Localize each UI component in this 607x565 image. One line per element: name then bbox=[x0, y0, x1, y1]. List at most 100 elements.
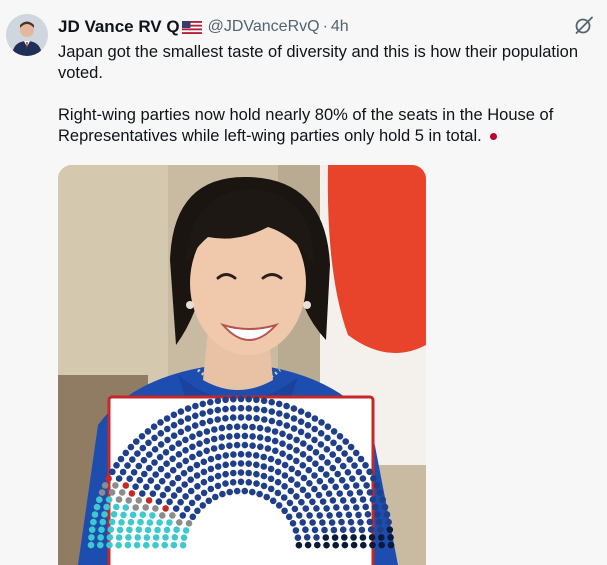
seat-dot-series-3 bbox=[140, 456, 148, 464]
seat-dot-series-0 bbox=[98, 526, 105, 533]
seat-dot-series-0 bbox=[166, 519, 173, 526]
seat-dot-series-4 bbox=[350, 534, 357, 541]
us-flag-icon bbox=[181, 20, 202, 34]
seat-dot-series-3 bbox=[279, 440, 286, 448]
tweet-media[interactable] bbox=[58, 165, 426, 565]
seat-dot-series-3 bbox=[304, 432, 312, 440]
seat-dot-series-3 bbox=[293, 436, 300, 444]
seat-dot-series-3 bbox=[297, 408, 305, 415]
media-photo bbox=[58, 165, 426, 565]
seat-dot-series-3 bbox=[267, 455, 275, 463]
seat-dot-series-3 bbox=[332, 483, 340, 491]
seat-dot-series-3 bbox=[377, 526, 384, 533]
seat-dot-series-3 bbox=[312, 460, 319, 468]
seat-dot-series-3 bbox=[355, 468, 363, 476]
seat-dot-series-3 bbox=[311, 526, 319, 534]
seat-dot-series-3 bbox=[214, 482, 222, 490]
seat-dot-series-3 bbox=[226, 442, 233, 450]
seat-dot-series-3 bbox=[127, 443, 135, 451]
seat-dot-series-3 bbox=[351, 462, 358, 469]
separator-dot: · bbox=[322, 18, 328, 35]
seat-dot-series-3 bbox=[304, 421, 312, 429]
seat-dot-series-3 bbox=[218, 424, 226, 432]
seat-dot-series-3 bbox=[199, 419, 206, 427]
seat-dot-series-1 bbox=[152, 505, 159, 512]
seat-dot-series-3 bbox=[288, 476, 295, 484]
seat-dot-series-3 bbox=[283, 412, 290, 420]
seat-dot-series-1 bbox=[112, 482, 119, 489]
seat-dot-series-3 bbox=[317, 430, 325, 437]
seat-dot-series-3 bbox=[267, 485, 275, 493]
seat-dot-series-1 bbox=[135, 497, 143, 504]
seat-dot-series-3 bbox=[222, 415, 229, 422]
seat-dot-series-1 bbox=[142, 504, 149, 511]
seat-dot-series-0 bbox=[146, 519, 154, 526]
seat-dot-series-3 bbox=[241, 432, 249, 440]
seat-dot-series-3 bbox=[263, 493, 270, 501]
seat-dot-series-0 bbox=[126, 526, 133, 534]
seat-dot-series-3 bbox=[292, 527, 300, 534]
seat-dot-series-3 bbox=[274, 458, 282, 466]
seat-dot-series-3 bbox=[329, 464, 337, 472]
seat-dot-series-3 bbox=[299, 451, 307, 458]
seat-dot-series-3 bbox=[347, 443, 355, 451]
seat-dot-series-3 bbox=[162, 449, 170, 456]
seat-dot-series-3 bbox=[293, 447, 300, 454]
seat-dot-series-3 bbox=[338, 518, 345, 526]
seat-dot-series-3 bbox=[385, 518, 392, 526]
seat-dot-series-3 bbox=[245, 395, 252, 403]
seat-dot-series-3 bbox=[264, 435, 272, 443]
seat-dot-series-3 bbox=[315, 491, 323, 499]
seat-dot-series-3 bbox=[237, 395, 245, 403]
seat-dot-series-3 bbox=[349, 526, 356, 534]
seat-dot-series-4 bbox=[341, 541, 349, 549]
seat-dot-series-3 bbox=[175, 486, 183, 494]
avatar[interactable] bbox=[6, 14, 48, 56]
seat-dot-series-3 bbox=[313, 534, 320, 541]
seat-dot-series-0 bbox=[162, 534, 169, 541]
seat-dot-series-4 bbox=[359, 534, 367, 541]
tweet-card[interactable]: JD Vance RV Q @JDVanceRvQ · 4h Japan got… bbox=[0, 0, 607, 565]
seat-dot-series-3 bbox=[291, 505, 299, 513]
seat-dot-series-3 bbox=[283, 422, 291, 429]
seat-dot-series-3 bbox=[237, 404, 245, 412]
seat-dot-series-3 bbox=[253, 405, 260, 413]
seat-dot-series-0 bbox=[143, 541, 150, 549]
seat-dot-series-0 bbox=[108, 518, 116, 526]
seat-dot-series-3 bbox=[182, 493, 189, 500]
seat-dot-series-3 bbox=[177, 418, 185, 425]
timestamp[interactable]: 4h bbox=[331, 18, 349, 36]
seat-dot-series-3 bbox=[200, 478, 208, 486]
seat-dot-series-3 bbox=[367, 526, 375, 533]
grok-icon[interactable] bbox=[573, 14, 595, 36]
seat-dot-series-3 bbox=[373, 482, 381, 489]
seat-dot-series-3 bbox=[286, 443, 293, 451]
seat-dot-series-3 bbox=[280, 494, 288, 501]
seat-dot-series-3 bbox=[230, 469, 237, 477]
seat-dot-series-3 bbox=[253, 461, 260, 469]
seat-dot-series-3 bbox=[144, 428, 152, 435]
seat-dot-series-3 bbox=[203, 447, 210, 455]
seat-dot-series-3 bbox=[245, 451, 252, 458]
seat-dot-series-4 bbox=[387, 534, 394, 541]
seat-dot-series-3 bbox=[275, 400, 283, 408]
seat-dot-series-3 bbox=[260, 463, 268, 470]
seat-dot-series-3 bbox=[362, 503, 370, 511]
seat-dot-series-3 bbox=[330, 439, 337, 447]
seat-dot-series-3 bbox=[374, 511, 381, 518]
seat-dot-series-0 bbox=[113, 503, 120, 511]
seat-dot-series-3 bbox=[189, 433, 196, 441]
japan-flag-emoji-icon bbox=[489, 133, 497, 141]
seat-dot-series-3 bbox=[309, 519, 316, 526]
seat-dot-series-3 bbox=[182, 436, 189, 444]
seat-dot-series-3 bbox=[318, 453, 326, 461]
author-handle[interactable]: @JDVanceRvQ bbox=[208, 18, 320, 36]
seat-dot-series-3 bbox=[222, 470, 229, 478]
seat-dot-series-3 bbox=[163, 415, 171, 422]
seat-dot-series-3 bbox=[207, 485, 215, 493]
seat-dot-series-3 bbox=[132, 483, 139, 491]
author-display-name[interactable]: JD Vance RV Q bbox=[58, 17, 180, 37]
seat-dot-series-3 bbox=[143, 483, 150, 491]
seat-dot-series-3 bbox=[253, 396, 260, 404]
seat-dot-series-3 bbox=[274, 478, 282, 486]
